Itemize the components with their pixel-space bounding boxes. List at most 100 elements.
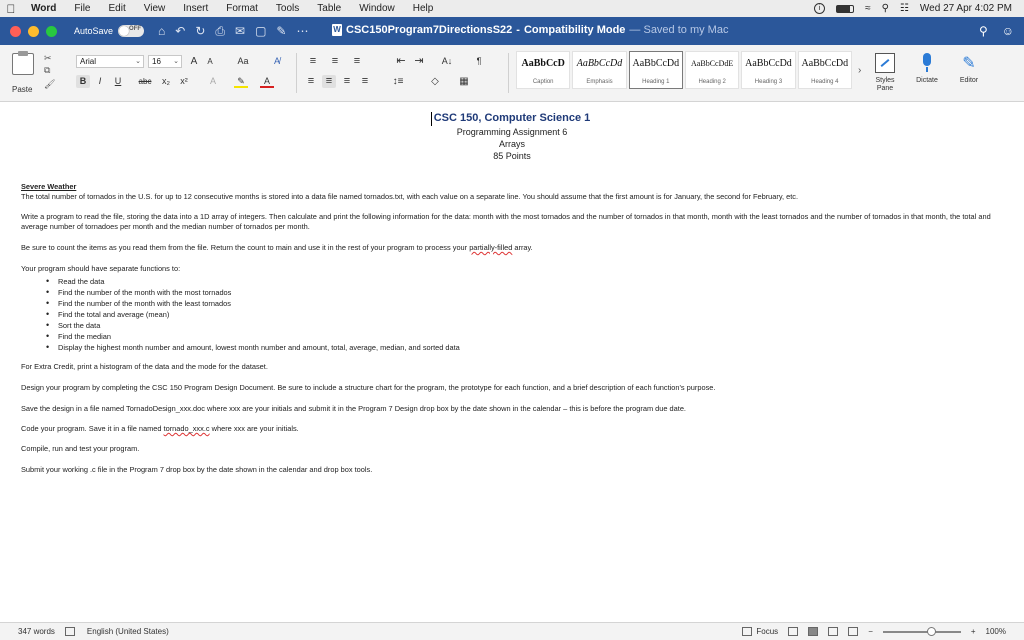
bold-button[interactable]: B [76, 75, 90, 88]
menu-view[interactable]: View [135, 3, 175, 14]
menu-help[interactable]: Help [404, 3, 443, 14]
autosave-control[interactable]: AutoSave OFF [74, 25, 145, 37]
share-icon[interactable]: ☺ [1002, 24, 1014, 38]
style-emphasis[interactable]: AaBbCcDd Emphasis [572, 51, 627, 89]
grow-font-button[interactable]: A [188, 55, 200, 68]
paragraph-text: Be sure to count the items as you read t… [21, 243, 470, 252]
menu-format[interactable]: Format [217, 3, 267, 14]
cut-icon[interactable]: ✂ [44, 53, 52, 64]
chevron-right-icon[interactable]: › [858, 65, 861, 76]
style-heading-3[interactable]: AaBbCcDd Heading 3 [741, 51, 796, 89]
menu-tools[interactable]: Tools [267, 3, 308, 14]
line-spacing-icon[interactable]: ↕≡ [388, 75, 408, 88]
paste-icon[interactable] [12, 51, 34, 75]
italic-button[interactable]: I [94, 75, 106, 88]
align-center-icon[interactable]: ≡ [322, 75, 336, 88]
numbering-icon[interactable]: ≡ [326, 55, 344, 68]
decrease-indent-icon[interactable]: ⇤ [394, 55, 408, 68]
style-caption[interactable]: AaBbCcD Caption [516, 51, 571, 89]
format-painter-brush-icon[interactable]: 🖌 [44, 79, 55, 90]
save-icon[interactable]: ▢ [255, 24, 266, 39]
zoom-in-icon[interactable]: + [971, 627, 976, 636]
clear-formatting-icon[interactable]: A̸ [270, 55, 284, 68]
multilevel-list-icon[interactable]: ≡ [348, 55, 366, 68]
font-color-icon[interactable]: A [260, 75, 274, 88]
align-left-icon[interactable]: ≡ [304, 75, 318, 88]
minimize-window-button[interactable] [28, 25, 39, 37]
autosave-toggle[interactable]: OFF [118, 25, 145, 37]
strikethrough-button[interactable]: abc [138, 75, 152, 88]
close-window-button[interactable] [10, 25, 21, 37]
list-item: Find the total and average (mean) [46, 309, 460, 320]
justify-icon[interactable]: ≡ [358, 75, 372, 88]
language-label: English (United States) [86, 627, 169, 636]
style-heading-4[interactable]: AaBbCcDd Heading 4 [797, 51, 852, 89]
copy-icon[interactable]: ⧉ [44, 65, 50, 76]
bullets-icon[interactable]: ≡ [304, 55, 322, 68]
change-case-button[interactable]: Aa [232, 55, 254, 68]
format-painter-icon[interactable]: ✎ [276, 24, 286, 39]
text-effects-icon[interactable]: A [206, 75, 220, 88]
align-right-icon[interactable]: ≡ [340, 75, 354, 88]
style-label: Heading 3 [754, 79, 783, 85]
home-icon[interactable]: ⌂ [158, 24, 165, 39]
shading-icon[interactable]: ◇ [426, 75, 444, 88]
menu-window[interactable]: Window [350, 3, 404, 14]
increase-indent-icon[interactable]: ⇥ [412, 55, 426, 68]
apple-icon[interactable]:  [0, 2, 22, 16]
print-layout-icon[interactable] [808, 627, 819, 636]
focus-label: Focus [756, 627, 779, 636]
quick-access-toolbar: ⌂ ↶ ↻ ⎙ ✉ ▢ ✎ ⋯ [158, 24, 308, 39]
underline-button[interactable]: U [112, 75, 124, 88]
menu-app-word[interactable]: Word [22, 3, 65, 14]
email-icon[interactable]: ✉ [235, 24, 245, 39]
subscript-button[interactable]: x₂ [160, 75, 172, 88]
more-icon[interactable]: ⋯ [296, 24, 308, 39]
paste-label[interactable]: Paste [12, 85, 32, 94]
clock[interactable]: Wed 27 Apr 4:02 PM [920, 3, 1012, 14]
wifi-icon[interactable]: ≈ [865, 3, 871, 14]
document-title[interactable]: W CSC150Program7DirectionsS22 - Compatib… [332, 24, 728, 36]
spotlight-icon[interactable]: ⚲ [882, 3, 889, 14]
focus-button[interactable]: Focus [742, 627, 778, 636]
read-mode-icon[interactable] [788, 627, 799, 636]
heading-text: Severe Weather [21, 182, 77, 191]
font-name-value: Arial [80, 57, 97, 66]
highlight-icon[interactable]: ✎ [234, 75, 248, 88]
print-icon[interactable]: ⎙ [215, 24, 225, 39]
word-count[interactable]: 347 words [18, 627, 55, 636]
menu-file[interactable]: File [65, 3, 99, 14]
font-size-select[interactable]: 16 ⌄ [148, 55, 182, 68]
zoom-slider[interactable] [882, 626, 961, 636]
menu-insert[interactable]: Insert [174, 3, 217, 14]
style-heading-2[interactable]: AaBbCcDdE Heading 2 [684, 51, 740, 89]
sort-button[interactable]: A↓ [440, 55, 454, 68]
shrink-font-button[interactable]: A [204, 55, 216, 68]
web-layout-icon[interactable] [828, 627, 839, 636]
dictate-button[interactable]: Dictate [910, 51, 944, 99]
show-formatting-button[interactable]: ¶ [474, 55, 484, 68]
control-center-icon[interactable]: ☷ [900, 3, 909, 14]
list-item: Find the number of the month with the mo… [46, 287, 460, 298]
spelling-flagged-word: partially-filled [469, 243, 513, 252]
info-icon[interactable]: i [814, 3, 826, 14]
style-heading-1[interactable]: AaBbCcDd Heading 1 [628, 51, 683, 89]
editor-button[interactable]: ✎ Editor [952, 51, 986, 99]
superscript-button[interactable]: x² [178, 75, 190, 88]
zoom-window-button[interactable] [46, 25, 57, 37]
zoom-level[interactable]: 100% [986, 627, 1006, 636]
zoom-out-icon[interactable]: − [868, 627, 873, 636]
font-name-select[interactable]: Arial ⌄ [76, 55, 144, 68]
redo-icon[interactable]: ↻ [195, 24, 205, 39]
zoom-slider-thumb[interactable] [926, 626, 936, 636]
menu-table[interactable]: Table [308, 3, 350, 14]
battery-icon[interactable] [836, 4, 855, 13]
menu-edit[interactable]: Edit [100, 3, 135, 14]
search-icon[interactable]: ⚲ [979, 24, 988, 38]
language-status[interactable]: English (United States) [64, 627, 169, 636]
styles-pane-button[interactable]: Styles Pane [868, 51, 902, 99]
outline-icon[interactable] [848, 627, 859, 636]
document-canvas[interactable]: CSC 150, Computer Science 1 Programming … [0, 102, 1024, 622]
undo-icon[interactable]: ↶ [175, 24, 185, 39]
borders-icon[interactable]: ▦ [454, 75, 474, 88]
